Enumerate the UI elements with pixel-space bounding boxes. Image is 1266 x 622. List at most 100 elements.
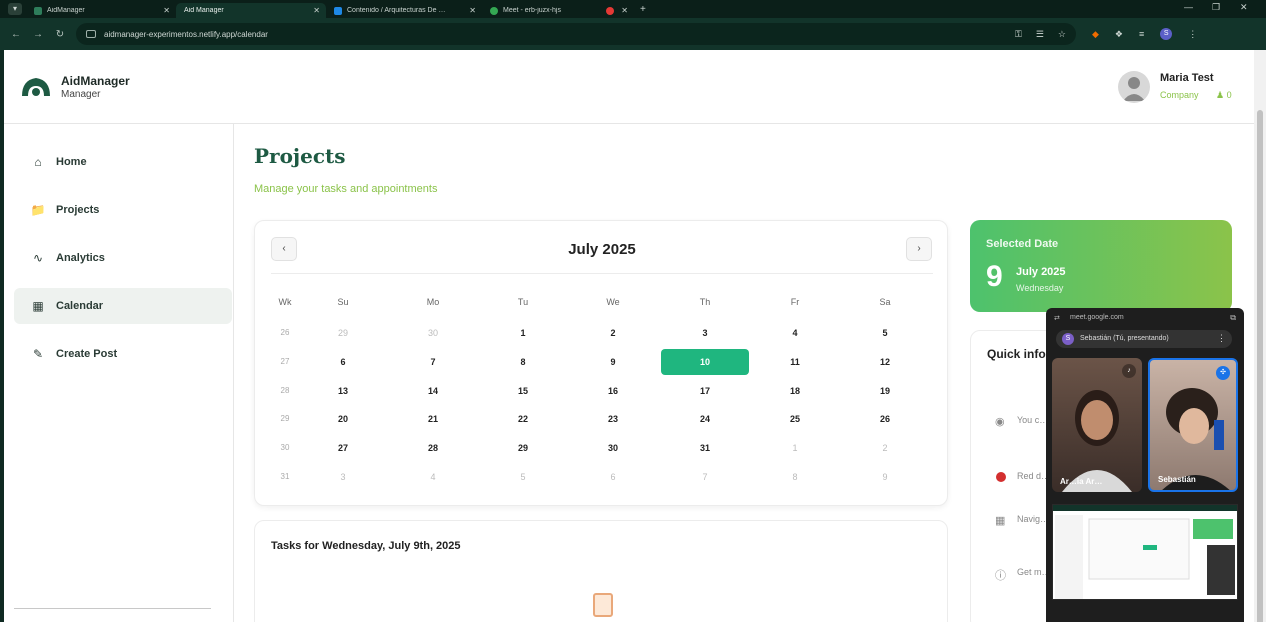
calendar-day[interactable]: 13 bbox=[323, 384, 363, 398]
browser-menu-icon[interactable]: ⋮ bbox=[1188, 29, 1197, 40]
calendar-day[interactable]: 2 bbox=[593, 326, 633, 340]
calendar-day[interactable]: 31 bbox=[685, 441, 725, 455]
forward-icon[interactable]: → bbox=[32, 29, 44, 40]
brand-subtitle: Manager bbox=[61, 89, 101, 100]
aidmanager-favicon-icon bbox=[34, 6, 42, 15]
calendar-day[interactable]: 2 bbox=[865, 441, 905, 455]
calendar-day-selected[interactable]: 10 bbox=[661, 349, 749, 375]
tab-aidmanager[interactable]: AidManager ✕ bbox=[26, 3, 176, 18]
participant-video-icon bbox=[1162, 388, 1230, 490]
calendar-day[interactable]: 28 bbox=[413, 441, 453, 455]
extension-icon[interactable]: ◆ bbox=[1092, 29, 1099, 40]
calendar-day[interactable]: 15 bbox=[503, 384, 543, 398]
calendar-day[interactable]: 21 bbox=[413, 412, 453, 426]
calendar-day[interactable]: 1 bbox=[503, 326, 543, 340]
calendar-day[interactable]: 9 bbox=[865, 470, 905, 484]
calendar-day[interactable]: 25 bbox=[775, 412, 815, 426]
participant-tile[interactable]: ♪ Ar…ia Ar… bbox=[1052, 358, 1142, 492]
close-tab-icon[interactable]: ✕ bbox=[163, 6, 170, 15]
close-tab-icon[interactable]: ✕ bbox=[313, 6, 320, 15]
calendar-day[interactable]: 6 bbox=[323, 355, 363, 369]
tab-contenido[interactable]: Contenido / Arquitecturas De … ✕ bbox=[326, 3, 482, 18]
calendar-day[interactable]: 6 bbox=[593, 470, 633, 484]
calendar-day[interactable]: 11 bbox=[775, 355, 815, 369]
tab-aid-manager[interactable]: Aid Manager ✕ bbox=[176, 3, 326, 18]
bookmark-star-icon[interactable]: ☆ bbox=[1058, 29, 1066, 40]
calendar-day[interactable]: 12 bbox=[865, 355, 905, 369]
calendar-day[interactable]: 27 bbox=[323, 441, 363, 455]
weekday-header: Mo bbox=[426, 297, 440, 307]
home-icon: ⌂ bbox=[34, 155, 42, 169]
selected-date-card: Selected Date 9 July 2025 Wednesday bbox=[970, 220, 1232, 312]
tasks-title: Tasks for Wednesday, July 9th, 2025 bbox=[271, 540, 461, 552]
calendar-day[interactable]: 29 bbox=[503, 441, 543, 455]
calendar-day[interactable]: 20 bbox=[323, 412, 363, 426]
calendar-day[interactable]: 17 bbox=[685, 384, 725, 398]
participant-tile-self[interactable]: ✣ Sebastián bbox=[1148, 358, 1238, 492]
reload-icon[interactable]: ↻ bbox=[54, 29, 66, 40]
close-window-icon[interactable]: ✕ bbox=[1240, 2, 1248, 13]
scrollbar-thumb[interactable] bbox=[1257, 110, 1263, 622]
back-icon[interactable]: ← bbox=[10, 29, 22, 40]
sidebar: ⌂ Home 📁 Projects ∿ Analytics ▦ Calendar… bbox=[4, 124, 234, 622]
new-tab-button[interactable]: + bbox=[640, 4, 646, 15]
media-icon[interactable]: ≡ bbox=[1139, 29, 1144, 39]
tab-meet[interactable]: Meet - erb-juzx-hjs bbox=[482, 3, 598, 18]
calendar-day[interactable]: 8 bbox=[775, 470, 815, 484]
calendar-day[interactable]: 24 bbox=[685, 412, 725, 426]
translate-icon[interactable]: ☰ bbox=[1036, 29, 1044, 40]
key-icon[interactable]: ⚿ bbox=[1015, 29, 1022, 40]
calendar-day[interactable]: 18 bbox=[775, 384, 815, 398]
tab-search-button[interactable]: ▾ bbox=[8, 3, 22, 15]
calendar-day[interactable]: 7 bbox=[685, 470, 725, 484]
sidebar-item-calendar[interactable]: ▦ Calendar bbox=[14, 288, 232, 324]
calendar-day[interactable]: 7 bbox=[413, 355, 453, 369]
tab-recording[interactable]: ✕ bbox=[598, 3, 634, 18]
weekday-header: Su bbox=[337, 297, 349, 307]
next-month-button[interactable]: › bbox=[906, 237, 932, 261]
sidebar-item-home[interactable]: ⌂ Home bbox=[14, 144, 232, 180]
return-to-tab-icon[interactable]: ⧉ bbox=[1230, 313, 1236, 323]
users-icon: ♟ bbox=[1216, 90, 1225, 100]
calendar-day[interactable]: 30 bbox=[413, 326, 453, 340]
audio-indicator-icon: ♪ bbox=[1122, 364, 1136, 378]
sidebar-item-create-post[interactable]: ✎ Create Post bbox=[14, 336, 232, 372]
sidebar-item-analytics[interactable]: ∿ Analytics bbox=[14, 240, 232, 276]
calendar-day[interactable]: 8 bbox=[503, 355, 543, 369]
calendar-day[interactable]: 3 bbox=[323, 470, 363, 484]
calendar-day[interactable]: 16 bbox=[593, 384, 633, 398]
close-tab-icon[interactable]: ✕ bbox=[469, 6, 476, 15]
selected-day: 9 bbox=[986, 260, 1003, 293]
address-bar[interactable]: aidmanager-experimentos.netlify.app/cale… bbox=[76, 23, 1076, 45]
calendar-day[interactable]: 23 bbox=[593, 412, 633, 426]
calendar-day[interactable]: 3 bbox=[685, 326, 725, 340]
more-options-icon[interactable]: ⋮ bbox=[1217, 333, 1226, 344]
restore-icon[interactable]: ❐ bbox=[1212, 2, 1220, 13]
page-scrollbar[interactable] bbox=[1254, 50, 1266, 622]
calendar-day[interactable]: 14 bbox=[413, 384, 453, 398]
quick-info-title: Quick info bbox=[987, 347, 1046, 361]
profile-avatar[interactable]: S bbox=[1160, 28, 1173, 40]
calendar-day[interactable]: 5 bbox=[865, 326, 905, 340]
sidebar-item-projects[interactable]: 📁 Projects bbox=[14, 192, 232, 228]
sidebar-divider bbox=[14, 608, 211, 609]
calendar-day[interactable]: 19 bbox=[865, 384, 905, 398]
calendar-day[interactable]: 9 bbox=[593, 355, 633, 369]
site-info-icon[interactable] bbox=[86, 30, 96, 38]
calendar-day[interactable]: 4 bbox=[413, 470, 453, 484]
extensions-puzzle-icon[interactable]: ❖ bbox=[1115, 29, 1123, 40]
close-tab-icon[interactable]: ✕ bbox=[621, 6, 628, 15]
sidebar-item-label: Create Post bbox=[56, 348, 118, 360]
minimize-icon[interactable]: — bbox=[1184, 2, 1193, 12]
calendar-day[interactable]: 30 bbox=[593, 441, 633, 455]
calendar-day[interactable]: 29 bbox=[323, 326, 363, 340]
meet-pip-window[interactable]: ⇄ meet.google.com ⧉ S Sebastián (Tú, pre… bbox=[1046, 308, 1244, 622]
calendar-day[interactable]: 4 bbox=[775, 326, 815, 340]
week-number: 29 bbox=[280, 414, 290, 423]
calendar-day[interactable]: 26 bbox=[865, 412, 905, 426]
calendar-day[interactable]: 22 bbox=[503, 412, 543, 426]
team-count-value: 0 bbox=[1226, 90, 1232, 100]
user-avatar[interactable] bbox=[1118, 71, 1150, 103]
calendar-day[interactable]: 5 bbox=[503, 470, 543, 484]
calendar-day[interactable]: 1 bbox=[775, 441, 815, 455]
